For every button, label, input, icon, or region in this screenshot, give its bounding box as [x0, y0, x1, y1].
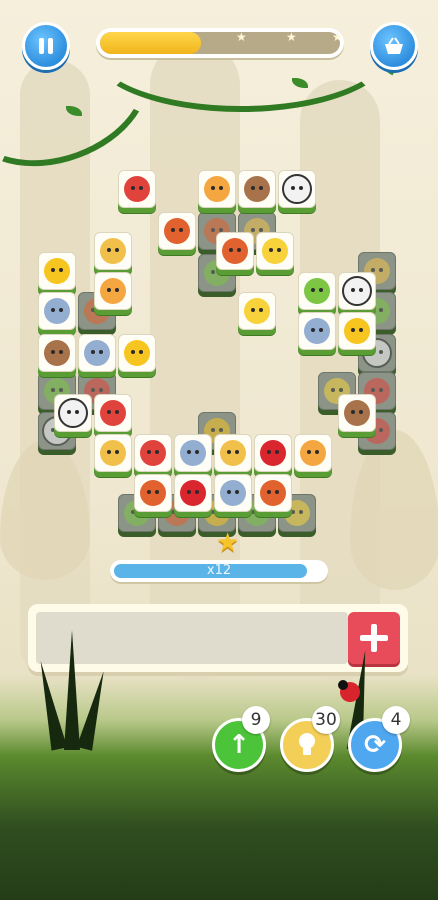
tile-chick[interactable] [38, 252, 76, 290]
combo-multiplier: x12 [206, 563, 232, 578]
fox-icon [164, 218, 190, 244]
giraffe-icon [100, 238, 126, 264]
tile-panda[interactable] [278, 170, 316, 208]
tiger-icon [100, 278, 126, 304]
progress-star-icon: ★ [286, 30, 297, 44]
tile-chick[interactable] [118, 334, 156, 372]
tile-tiger[interactable] [94, 272, 132, 310]
chick-icon [344, 318, 370, 344]
tile-giraffe[interactable] [214, 434, 252, 472]
parrot-icon [140, 440, 166, 466]
parrot-icon [100, 400, 126, 426]
shop-button[interactable] [370, 22, 418, 70]
undo-arrow-icon: ↑ [228, 730, 250, 760]
tray-slots [36, 612, 348, 664]
progress-star-icon: ★ [236, 30, 247, 44]
tile-chick[interactable] [338, 312, 376, 350]
tile-fox[interactable] [134, 474, 172, 512]
tile-parrot[interactable] [94, 394, 132, 432]
combo-star-icon: ★ [216, 528, 240, 558]
fox-icon [260, 480, 286, 506]
bear-icon [244, 176, 270, 202]
elephant-icon [84, 340, 110, 366]
tile-elephant[interactable] [214, 474, 252, 512]
pause-icon [39, 38, 53, 54]
elephant-icon [220, 480, 246, 506]
tile-tiger[interactable] [294, 434, 332, 472]
bee-icon [262, 238, 288, 264]
tile-bear[interactable] [38, 334, 76, 372]
tile-elephant[interactable] [38, 292, 76, 330]
tile-bear[interactable] [338, 394, 376, 432]
basket-icon [385, 37, 403, 54]
tile-fox[interactable] [216, 232, 254, 270]
tiger-icon [300, 440, 326, 466]
fox-icon [140, 480, 166, 506]
bear-icon [344, 400, 370, 426]
panda-icon [342, 276, 372, 306]
parrot-icon [124, 176, 150, 202]
shuffle-count: 4 [382, 706, 410, 734]
background-tree-trunk [150, 40, 240, 680]
ladybug-decoration [338, 680, 360, 702]
tile-panda[interactable] [338, 272, 376, 310]
progress-star-icon: ★ [332, 30, 343, 44]
tile-bee[interactable] [238, 292, 276, 330]
giraffe-icon [220, 440, 246, 466]
bear-icon [44, 340, 70, 366]
ladybug-icon [260, 440, 286, 466]
giraffe-icon [100, 440, 126, 466]
plus-icon [360, 624, 388, 652]
frog-icon [304, 278, 330, 304]
tile-frog[interactable] [298, 272, 336, 310]
chick-icon [44, 258, 70, 284]
grass-blade [76, 669, 112, 751]
panda-icon [282, 174, 312, 204]
tile-ladybug[interactable] [254, 434, 292, 472]
combo-bar: x12 [110, 560, 328, 582]
hint-count: 30 [312, 706, 340, 734]
ladybug-icon [180, 480, 206, 506]
game-screen: ★ ★ ★ ★ x12 ↑ 9 30 ⟳ 4 [0, 0, 438, 900]
tile-elephant[interactable] [78, 334, 116, 372]
bee-icon [244, 298, 270, 324]
tile-ladybug[interactable] [174, 474, 212, 512]
tiger-icon [204, 176, 230, 202]
tile-parrot[interactable] [134, 434, 172, 472]
shuffle-icon: ⟳ [364, 730, 386, 760]
grass-blade [64, 630, 80, 750]
tile-elephant[interactable] [298, 312, 336, 350]
fox-icon [222, 238, 248, 264]
tile-giraffe[interactable] [94, 434, 132, 472]
tile-giraffe[interactable] [94, 232, 132, 270]
elephant-icon [44, 298, 70, 324]
tile-tray [28, 604, 408, 672]
level-progress-bar: ★ ★ ★ [96, 28, 344, 58]
tile-tiger[interactable] [198, 170, 236, 208]
tile-bee[interactable] [256, 232, 294, 270]
undo-count: 9 [242, 706, 270, 734]
pause-button[interactable] [22, 22, 70, 70]
panda-icon [58, 398, 88, 428]
chick-icon [124, 340, 150, 366]
tile-panda[interactable] [54, 394, 92, 432]
level-progress-fill [100, 32, 201, 54]
tile-fox[interactable] [254, 474, 292, 512]
lightbulb-icon [299, 733, 315, 755]
tile-elephant[interactable] [174, 434, 212, 472]
elephant-icon [304, 318, 330, 344]
elephant-icon [180, 440, 206, 466]
tile-parrot[interactable] [118, 170, 156, 208]
tile-bear[interactable] [238, 170, 276, 208]
tile-fox[interactable] [158, 212, 196, 250]
